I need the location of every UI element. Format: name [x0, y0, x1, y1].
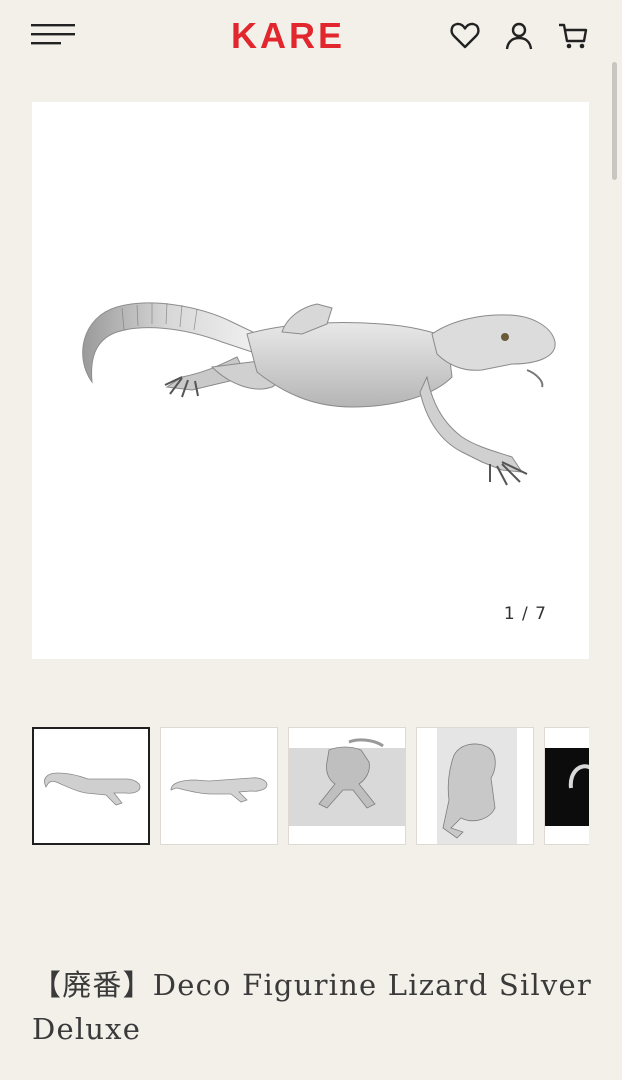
image-counter: 1 / 7 [503, 604, 547, 624]
lizard-thumbnail-image [545, 748, 589, 826]
lizard-thumbnail-image [437, 728, 517, 844]
menu-icon[interactable] [31, 23, 77, 47]
account-icon[interactable] [503, 20, 535, 52]
lizard-thumbnail-image [289, 738, 405, 826]
thumbnail-2[interactable] [160, 727, 278, 845]
kare-logo[interactable]: KARE [231, 14, 393, 58]
header: KARE [0, 0, 622, 72]
lizard-figurine-image [82, 302, 556, 486]
thumbnail-4[interactable] [416, 727, 534, 845]
heart-icon[interactable] [449, 20, 481, 52]
product-main-image[interactable]: 1 / 7 [32, 102, 589, 659]
logo-wordmark: KARE [231, 15, 346, 56]
product-title: 【廃番】Deco Figurine Lizard Silver Deluxe [32, 968, 592, 1046]
lizard-thumbnail-image [44, 772, 141, 806]
scrollbar[interactable] [612, 62, 617, 180]
thumbnail-strip[interactable] [32, 727, 589, 849]
thumbnail-1[interactable] [32, 727, 150, 845]
cart-icon[interactable] [557, 20, 589, 52]
thumbnail-5[interactable] [544, 727, 589, 845]
thumbnail-3[interactable] [288, 727, 406, 845]
lizard-thumbnail-image [170, 777, 268, 803]
